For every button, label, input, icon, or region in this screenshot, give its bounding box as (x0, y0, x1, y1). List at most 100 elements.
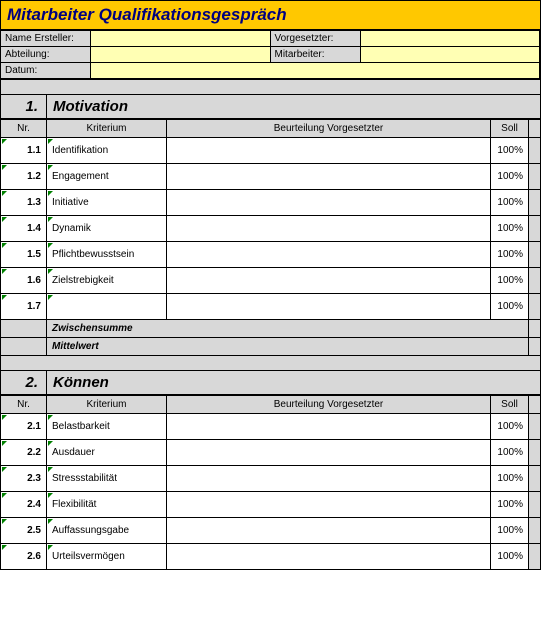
col-nr-header: Nr. (1, 396, 47, 414)
marker-icon (2, 493, 7, 498)
row-kriterium: Initiative (47, 190, 167, 216)
row-gap (529, 466, 541, 492)
row-beurteilung[interactable] (167, 492, 491, 518)
meta-mit-value[interactable] (361, 47, 541, 63)
meta-name-label: Name Ersteller: (1, 31, 91, 47)
row-gap (529, 190, 541, 216)
row-beurteilung[interactable] (167, 242, 491, 268)
marker-icon (48, 191, 53, 196)
col-nr-header: Nr. (1, 120, 47, 138)
row-soll: 100% (491, 242, 529, 268)
row-nr: 2.5 (1, 518, 47, 544)
row-nr: 2.1 (1, 414, 47, 440)
meta-abt-value[interactable] (91, 47, 271, 63)
row-beurteilung[interactable] (167, 518, 491, 544)
col-krit-header: Kriterium (47, 396, 167, 414)
row-nr: 1.7 (1, 294, 47, 320)
row-nr: 2.6 (1, 544, 47, 570)
marker-icon (48, 467, 53, 472)
marker-icon (2, 243, 7, 248)
section-num: 1. (1, 95, 47, 118)
col-gap (529, 396, 541, 414)
table-row: 1.5Pflichtbewusstsein100% (1, 242, 541, 268)
meta-abt-label: Abteilung: (1, 47, 91, 63)
marker-icon (48, 217, 53, 222)
row-gap (529, 164, 541, 190)
row-kriterium: Stressstabilität (47, 466, 167, 492)
marker-icon (2, 441, 7, 446)
row-beurteilung[interactable] (167, 164, 491, 190)
page-title: Mitarbeiter Qualifikationsgespräch (0, 0, 541, 31)
marker-icon (2, 545, 7, 550)
meta-mit-label: Mitarbeiter: (271, 47, 361, 63)
row-beurteilung[interactable] (167, 466, 491, 492)
row-gap (529, 216, 541, 242)
row-soll: 100% (491, 440, 529, 466)
table-row: 1.3Initiative 100% (1, 190, 541, 216)
row-gap (529, 268, 541, 294)
marker-icon (48, 519, 53, 524)
row-gap (529, 518, 541, 544)
table-row: 2.2Ausdauer 100% (1, 440, 541, 466)
marker-icon (2, 165, 7, 170)
row-kriterium: Zielstrebigkeit (47, 268, 167, 294)
row-nr: 1.3 (1, 190, 47, 216)
meta-name-value[interactable] (91, 31, 271, 47)
col-bew-header: Beurteilung Vorgesetzter (167, 396, 491, 414)
marker-icon (48, 295, 53, 300)
marker-icon (48, 269, 53, 274)
row-kriterium: Ausdauer (47, 440, 167, 466)
row-beurteilung[interactable] (167, 216, 491, 242)
table-row: 2.1Belastbarkeit100% (1, 414, 541, 440)
section-num: 2. (1, 371, 47, 394)
col-krit-header: Kriterium (47, 120, 167, 138)
marker-icon (2, 217, 7, 222)
table-row: 2.4Flexibilität100% (1, 492, 541, 518)
row-soll: 100% (491, 216, 529, 242)
col-gap (529, 120, 541, 138)
spacer (0, 80, 541, 94)
marker-icon (48, 415, 53, 420)
marker-icon (2, 467, 7, 472)
table-row: 2.6Urteilsvermögen100% (1, 544, 541, 570)
table-row: 1.4Dynamik100% (1, 216, 541, 242)
row-beurteilung[interactable] (167, 294, 491, 320)
table-row: 2.5Auffassungsgabe100% (1, 518, 541, 544)
section-label: Können (47, 371, 540, 394)
marker-icon (48, 243, 53, 248)
row-nr: 2.2 (1, 440, 47, 466)
row-soll: 100% (491, 294, 529, 320)
row-gap (529, 440, 541, 466)
section-1-table: Nr. Kriterium Beurteilung Vorgesetzter S… (0, 119, 541, 356)
meta-datum-value[interactable] (91, 63, 540, 79)
col-soll-header: Soll (491, 120, 529, 138)
marker-icon (2, 269, 7, 274)
marker-icon (2, 415, 7, 420)
row-soll: 100% (491, 492, 529, 518)
row-beurteilung[interactable] (167, 440, 491, 466)
marker-icon (2, 191, 7, 196)
table-row: 1.6Zielstrebigkeit100% (1, 268, 541, 294)
marker-icon (48, 441, 53, 446)
row-kriterium: Dynamik (47, 216, 167, 242)
row-beurteilung[interactable] (167, 414, 491, 440)
row-kriterium: Urteilsvermögen (47, 544, 167, 570)
row-soll: 100% (491, 518, 529, 544)
row-kriterium: Engagement (47, 164, 167, 190)
row-kriterium (47, 294, 167, 320)
row-soll: 100% (491, 466, 529, 492)
table-row: 2.3Stressstabilität 100% (1, 466, 541, 492)
row-soll: 100% (491, 190, 529, 216)
meta-block: Name Ersteller: Vorgesetzter: Abteilung:… (0, 31, 541, 80)
meta-vorg-value[interactable] (361, 31, 541, 47)
table-row: 1.2Engagement100% (1, 164, 541, 190)
meta-datum-label: Datum: (1, 63, 91, 79)
row-beurteilung[interactable] (167, 138, 491, 164)
row-beurteilung[interactable] (167, 544, 491, 570)
row-soll: 100% (491, 164, 529, 190)
row-beurteilung[interactable] (167, 190, 491, 216)
row-beurteilung[interactable] (167, 268, 491, 294)
row-nr: 2.3 (1, 466, 47, 492)
row-kriterium: Pflichtbewusstsein (47, 242, 167, 268)
row-nr: 2.4 (1, 492, 47, 518)
